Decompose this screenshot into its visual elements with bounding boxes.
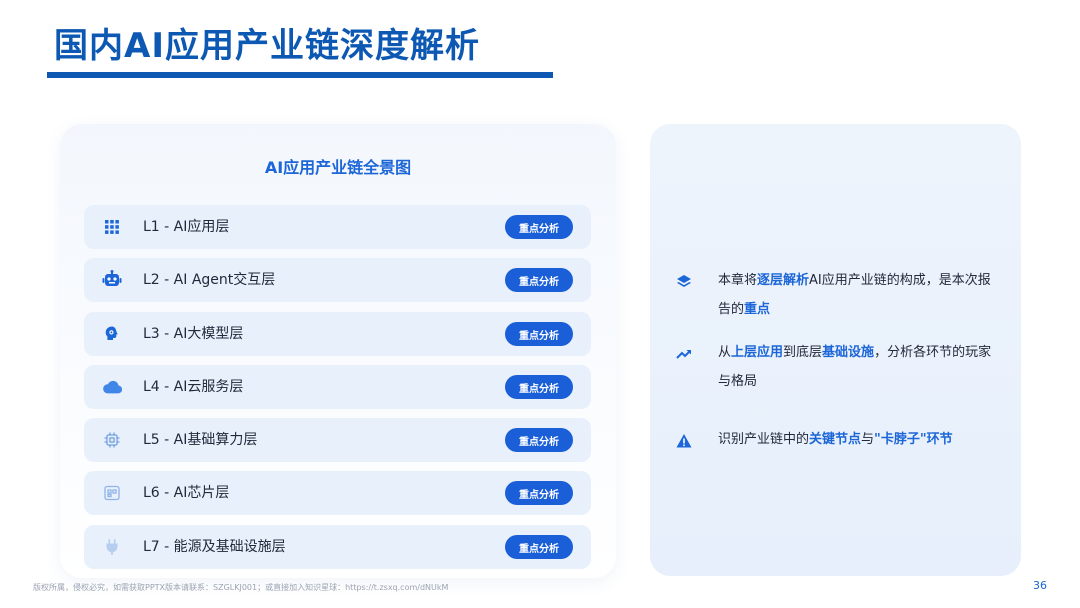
summary-point-2: 从上层应用到底层基础设施，分析各环节的玩家与格局 bbox=[676, 338, 996, 396]
layer-row-l7[interactable]: L7 - 能源及基础设施层 重点分析 bbox=[84, 525, 591, 569]
layer-label: L5 - AI基础算力层 bbox=[143, 432, 258, 448]
trend-up-icon bbox=[676, 344, 692, 360]
summary-panel: 本章将逐层解析AI应用产业链的构成，是本次报告的重点 从上层应用到底层基础设施，… bbox=[650, 124, 1021, 576]
cloud-icon bbox=[102, 377, 122, 397]
layer-label: L1 - AI应用层 bbox=[143, 219, 230, 235]
focus-analysis-button[interactable]: 重点分析 bbox=[505, 322, 573, 346]
warning-icon bbox=[676, 431, 692, 448]
layer-label: L4 - AI云服务层 bbox=[143, 379, 244, 395]
summary-point-3: 识别产业链中的关键节点与"卡脖子"环节 bbox=[676, 425, 996, 454]
layer-label: L3 - AI大模型层 bbox=[143, 326, 244, 342]
robot-icon bbox=[102, 270, 122, 290]
brain-icon bbox=[102, 324, 122, 344]
title-underline bbox=[47, 72, 553, 78]
layer-row-l4[interactable]: L4 - AI云服务层 重点分析 bbox=[84, 365, 591, 409]
focus-analysis-button[interactable]: 重点分析 bbox=[505, 535, 573, 559]
grid-icon bbox=[102, 217, 122, 237]
plug-icon bbox=[102, 537, 122, 557]
layers-icon bbox=[676, 272, 692, 288]
layer-label: L7 - 能源及基础设施层 bbox=[143, 539, 286, 555]
copyright-footer: 版权所属，侵权必究，如需获取PPTX版本请联系：SZGLKJ001；或直接加入知… bbox=[33, 583, 449, 592]
focus-analysis-button[interactable]: 重点分析 bbox=[505, 215, 573, 239]
cpu-icon bbox=[102, 430, 122, 450]
layer-row-l3[interactable]: L3 - AI大模型层 重点分析 bbox=[84, 312, 591, 356]
page-number: 36 bbox=[1033, 579, 1047, 592]
layer-row-l1[interactable]: L1 - AI应用层 重点分析 bbox=[84, 205, 591, 249]
layer-label: L2 - AI Agent交互层 bbox=[143, 272, 276, 288]
layer-label: L6 - AI芯片层 bbox=[143, 485, 230, 501]
layer-row-l6[interactable]: L6 - AI芯片层 重点分析 bbox=[84, 471, 591, 515]
layer-row-l5[interactable]: L5 - AI基础算力层 重点分析 bbox=[84, 418, 591, 462]
focus-analysis-button[interactable]: 重点分析 bbox=[505, 481, 573, 505]
page-title: 国内AI应用产业链深度解析 bbox=[54, 26, 480, 66]
layer-row-l2[interactable]: L2 - AI Agent交互层 重点分析 bbox=[84, 258, 591, 302]
focus-analysis-button[interactable]: 重点分析 bbox=[505, 428, 573, 452]
industry-chain-panel: AI应用产业链全景图 L1 - AI应用层 重点分析 L2 - AI Agent… bbox=[60, 124, 616, 578]
focus-analysis-button[interactable]: 重点分析 bbox=[505, 375, 573, 399]
panel-title: AI应用产业链全景图 bbox=[264, 158, 412, 177]
summary-point-1: 本章将逐层解析AI应用产业链的构成，是本次报告的重点 bbox=[676, 266, 996, 324]
chip-icon bbox=[102, 483, 122, 503]
focus-analysis-button[interactable]: 重点分析 bbox=[505, 268, 573, 292]
